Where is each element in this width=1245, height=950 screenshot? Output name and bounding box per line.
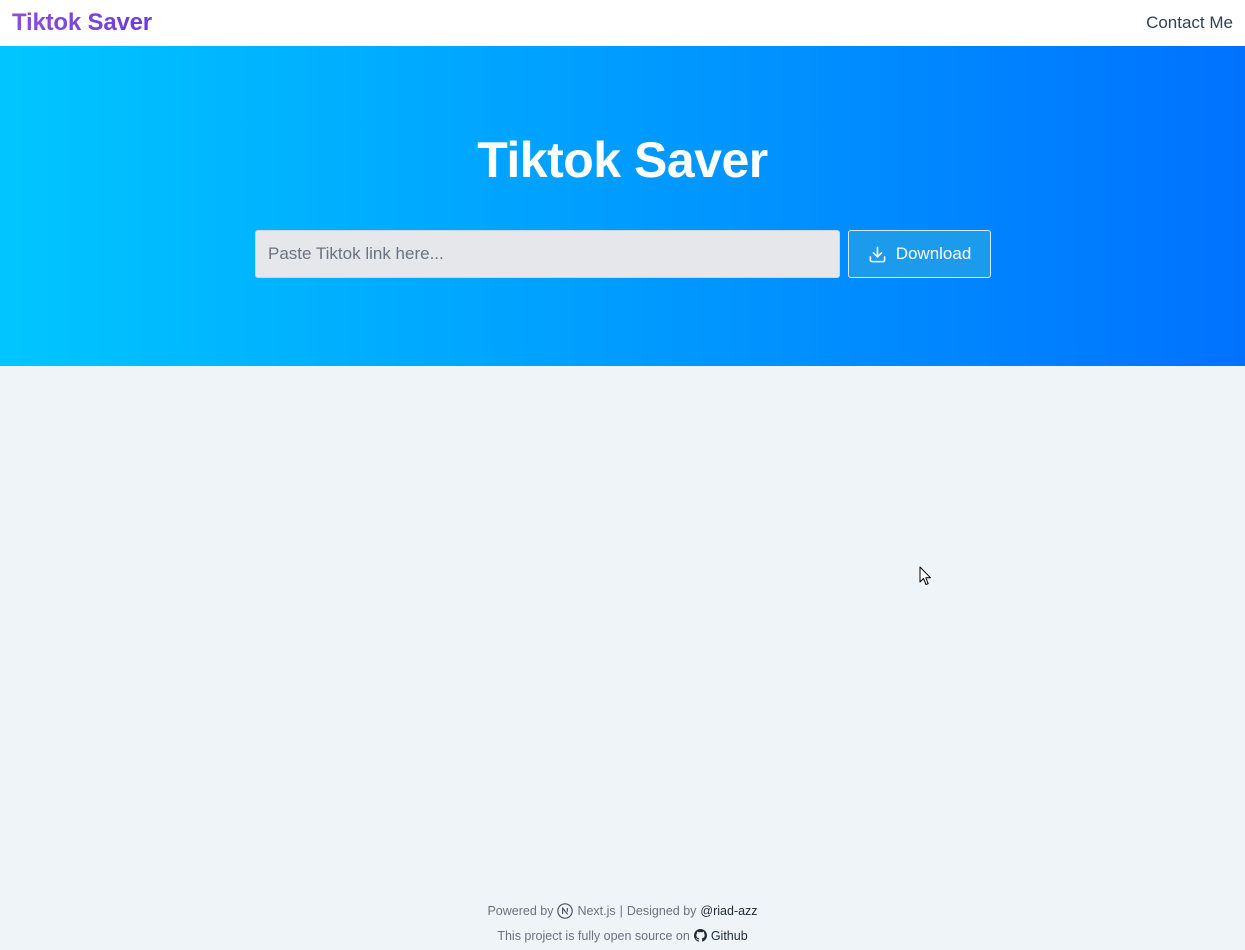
designed-by-label: Designed by — [626, 903, 697, 918]
powered-by-label: Powered by — [487, 903, 554, 918]
brand-logo[interactable]: Tiktok Saver — [12, 9, 152, 37]
footer: Powered by Next.js | Designed by @riad-a… — [0, 898, 1245, 948]
navbar: Tiktok Saver Contact Me — [0, 0, 1245, 46]
designer-link[interactable]: @riad-azz — [700, 904, 757, 918]
nextjs-icon — [557, 902, 574, 919]
mouse-cursor-icon — [919, 566, 933, 586]
contact-link[interactable]: Contact Me — [1146, 13, 1233, 33]
hero-section: Tiktok Saver Download — [0, 46, 1245, 366]
nextjs-link[interactable]: Next.js — [577, 904, 615, 918]
github-icon — [693, 929, 707, 942]
download-icon — [868, 245, 887, 264]
download-label: Download — [895, 244, 972, 263]
tiktok-link-input[interactable] — [255, 230, 840, 278]
github-link[interactable]: Github — [711, 929, 748, 943]
hero-title: Tiktok Saver — [477, 132, 768, 188]
open-source-text: This project is fully open source on — [497, 928, 690, 943]
footer-credits: Powered by Next.js | Designed by @riad-a… — [0, 898, 1245, 923]
download-button[interactable]: Download — [848, 230, 991, 278]
footer-separator: | — [619, 903, 623, 918]
footer-open-source: This project is fully open source on Git… — [0, 923, 1245, 948]
